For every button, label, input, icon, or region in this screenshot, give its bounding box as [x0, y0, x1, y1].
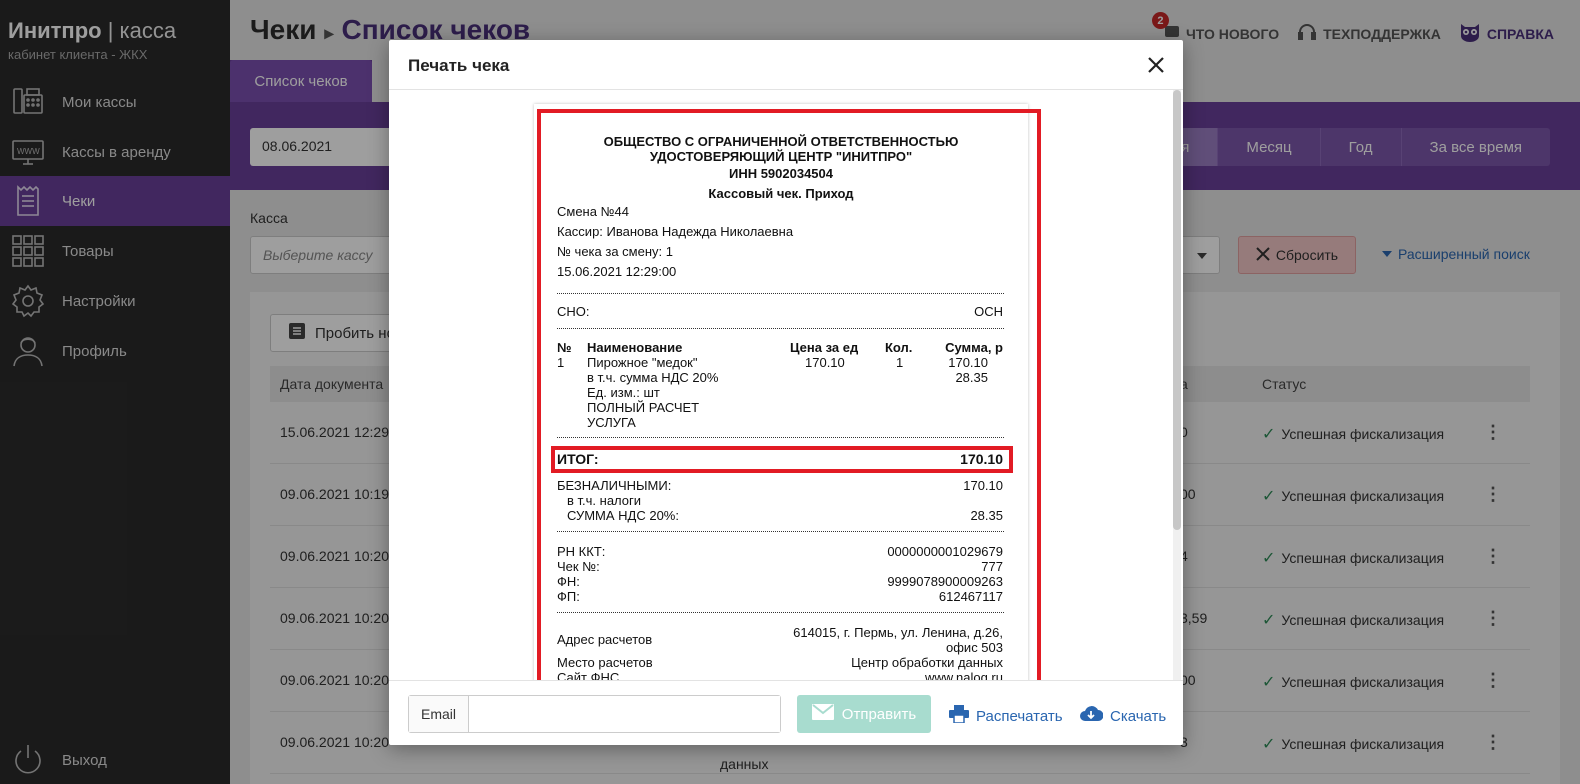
receipt-place-label: Место расчетов: [557, 655, 653, 670]
receipt-check-in-shift: № чека за смену: 1: [557, 244, 673, 259]
receipt-item-price: 170.10: [805, 355, 845, 370]
receipt-total-label: ИТОГ:: [557, 451, 599, 467]
receipt-vat-value: 28.35: [970, 508, 1003, 523]
send-button[interactable]: Отправить: [797, 695, 931, 733]
close-icon[interactable]: [1143, 52, 1169, 78]
receipt-sno-label: СНО:: [557, 304, 590, 319]
receipt-sno-value: ОСН: [974, 304, 1003, 319]
receipt-cashless-value: 170.10: [963, 478, 1003, 493]
print-check-modal: Печать чека ОБЩЕСТВО С ОГРАНИЧЕННОЙ ОТВЕ…: [389, 40, 1183, 745]
receipt-address-value1: 614015, г. Пермь, ул. Ленина, д.26,: [793, 625, 1003, 640]
receipt-total-value: 170.10: [960, 451, 1003, 467]
receipt-taxes-label: в т.ч. налоги: [567, 493, 642, 508]
receipt-item-num: 1: [557, 355, 565, 370]
modal-body[interactable]: ОБЩЕСТВО С ОГРАНИЧЕННОЙ ОТВЕТСТВЕННОСТЬЮ…: [389, 90, 1183, 680]
receipt-rn-kkt-value: 0000000001029679: [887, 544, 1003, 559]
modal-title: Печать чека: [408, 56, 510, 75]
receipt-item-name: Пирожное "медок": [587, 355, 698, 370]
print-button[interactable]: Распечатать: [949, 705, 1063, 727]
receipt-place-value: Центр обработки данных: [851, 655, 1003, 670]
receipt-col-name: Наименование: [587, 340, 683, 355]
receipt-check-no-value: 777: [981, 559, 1003, 574]
email-group: Email: [408, 695, 781, 733]
receipt-col-num: №: [557, 340, 572, 355]
receipt-item-subject: УСЛУГА: [587, 415, 636, 430]
receipt-col-sum: Сумма, р: [945, 340, 1003, 355]
receipt-fp-value: 612467117: [938, 589, 1003, 604]
receipt-fn-label: ФН:: [557, 574, 580, 589]
receipt-item-sum: 170.10: [948, 355, 988, 370]
receipt-cashless-label: БЕЗНАЛИЧНЫМИ:: [557, 478, 672, 493]
modal-scrollbar[interactable]: [1173, 90, 1181, 680]
receipt-item-unit: Ед. изм.: шт: [587, 385, 660, 400]
receipt-item-vat-line: в т.ч. сумма НДС 20%: [587, 370, 719, 385]
receipt-fns-label: Сайт ФНС: [557, 670, 620, 680]
receipt-datetime: 15.06.2021 12:29:00: [557, 264, 677, 279]
envelope-icon: [811, 704, 834, 724]
printer-icon: [949, 705, 969, 727]
receipt-fn-value: 9999078900009263: [887, 574, 1003, 589]
receipt-org-line2: УДОСТОВЕРЯЮЩИЙ ЦЕНТР "ИНИТПРО": [649, 149, 913, 164]
receipt-item-qty: 1: [896, 355, 904, 370]
modal-footer: Email Отправить Распечатать Скачать: [389, 680, 1183, 745]
receipt-address-value2: офис 503: [946, 640, 1003, 655]
receipt-cashier: Кассир: Иванова Надежда Николаевна: [557, 224, 794, 239]
receipt-fp-label: ФП:: [557, 589, 580, 604]
receipt-rn-kkt-label: РН ККТ:: [557, 544, 606, 559]
receipt-vat-label: СУММА НДС 20%:: [567, 508, 679, 523]
receipt-shift: Смена №44: [557, 204, 629, 219]
download-button[interactable]: Скачать: [1079, 705, 1166, 727]
scrollbar-thumb[interactable]: [1173, 90, 1181, 530]
email-input[interactable]: [469, 696, 780, 732]
receipt-org-line1: ОБЩЕСТВО С ОГРАНИЧЕННОЙ ОТВЕТСТВЕННОСТЬЮ: [603, 134, 959, 149]
receipt-col-price: Цена за ед: [790, 340, 859, 355]
receipt-check-no-label: Чек №:: [557, 559, 600, 574]
receipt-item-payment-mode: ПОЛНЫЙ РАСЧЕТ: [587, 400, 700, 415]
receipt-item-vat-sum: 28.35: [955, 370, 988, 385]
receipt-inn: ИНН 5902034504: [728, 166, 834, 181]
receipt-address-label: Адрес расчетов: [557, 632, 653, 647]
receipt-fns-value: www.nalog.ru: [924, 670, 1003, 680]
receipt-col-qty: Кол.: [885, 340, 913, 355]
receipt-doc-type: Кассовый чек. Приход: [708, 186, 854, 201]
modal-header: Печать чека: [389, 40, 1183, 90]
cloud-download-icon: [1079, 705, 1104, 727]
email-label: Email: [409, 696, 469, 732]
receipt-preview: ОБЩЕСТВО С ОГРАНИЧЕННОЙ ОТВЕТСТВЕННОСТЬЮ…: [534, 104, 1028, 680]
